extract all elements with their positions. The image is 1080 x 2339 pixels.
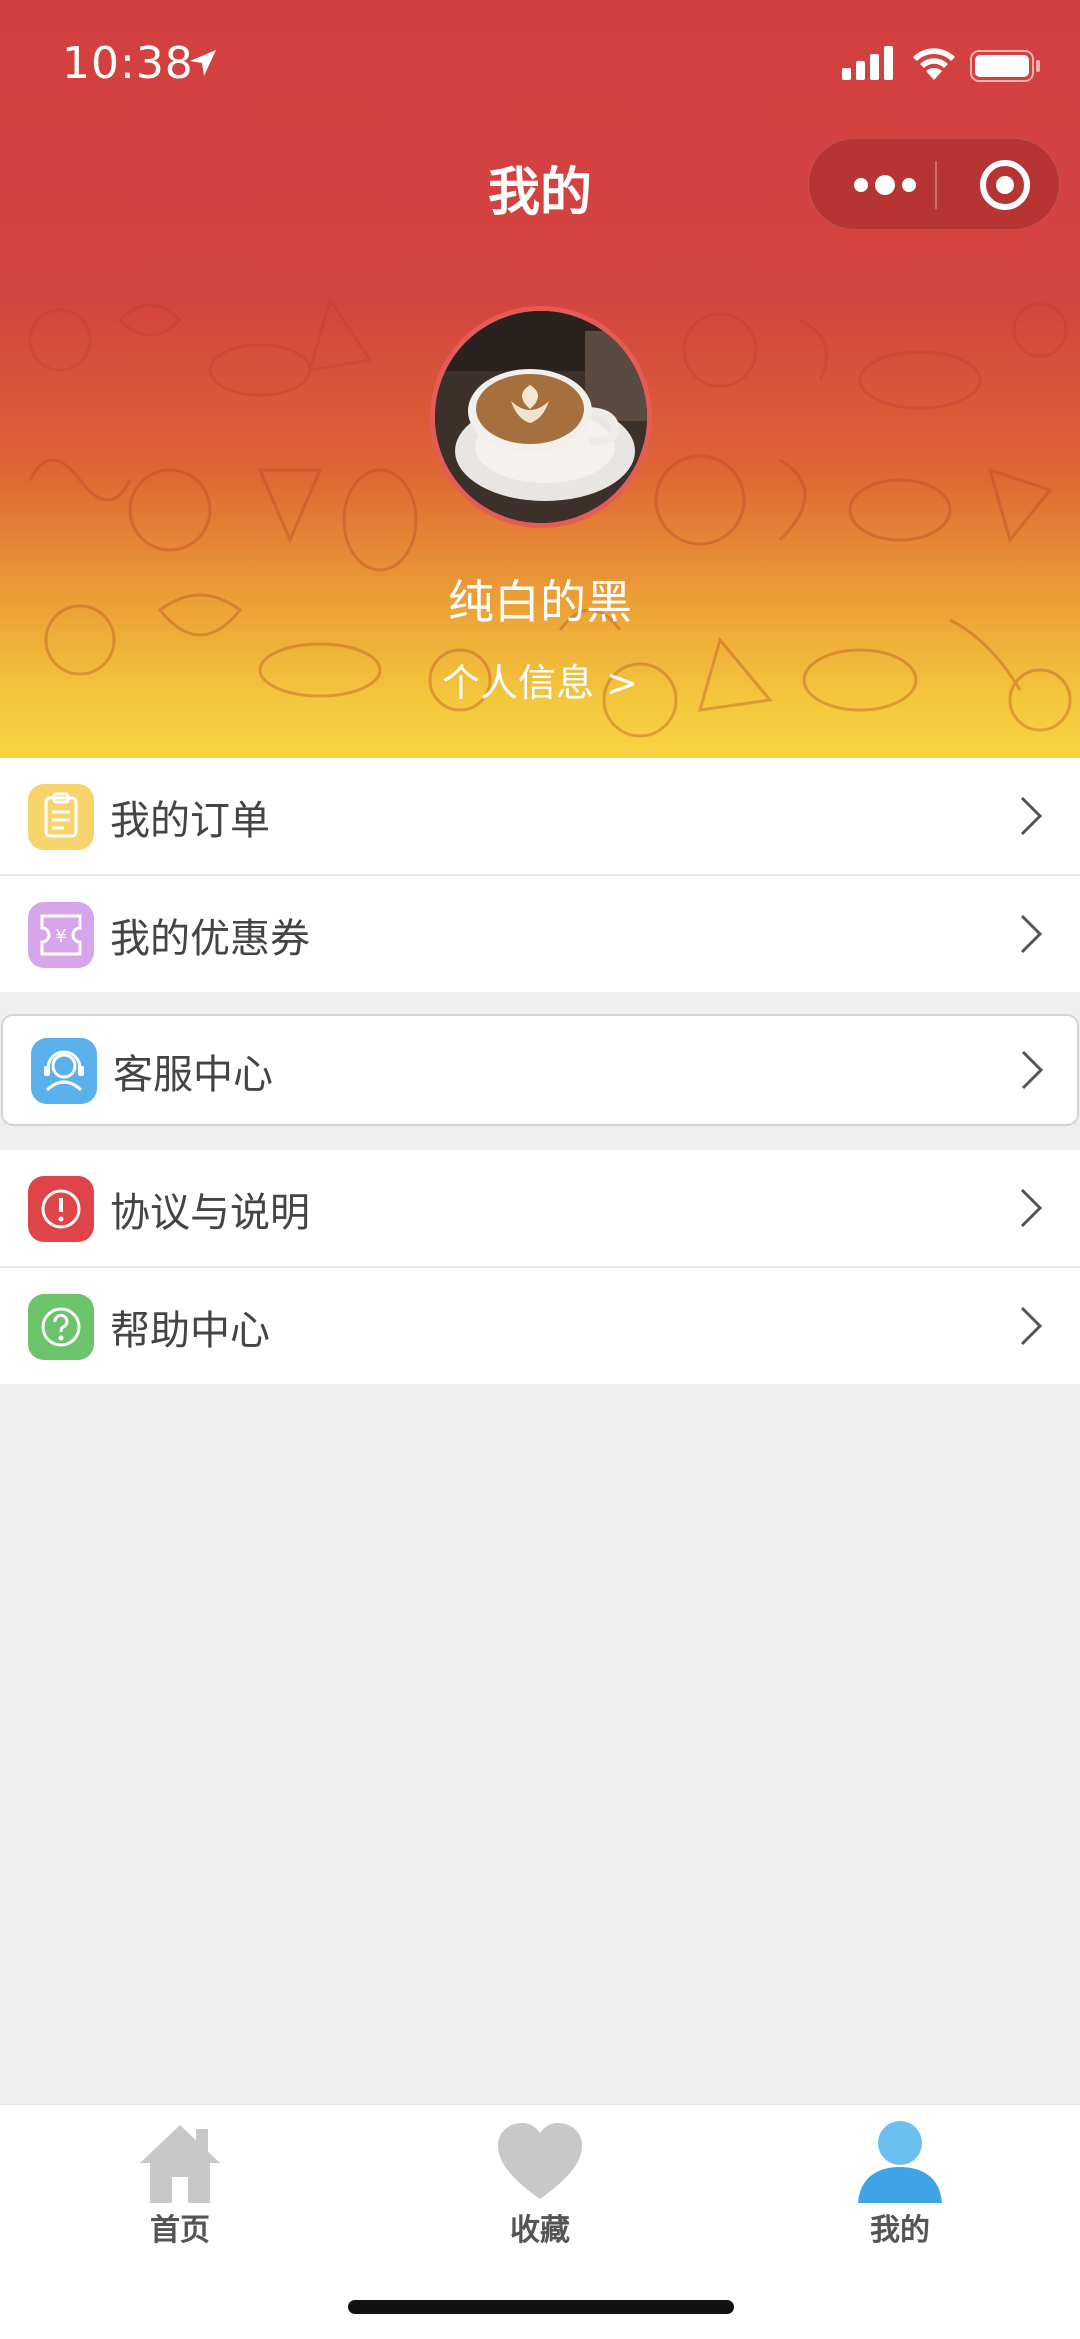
alert-icon: [41, 1189, 81, 1229]
status-bar: 10:38: [0, 0, 1080, 130]
personal-info-link[interactable]: 个人信息 >: [0, 652, 1080, 707]
agreement-icon-box: [28, 1176, 94, 1242]
menu-label-help: 帮助中心: [110, 1308, 270, 1354]
menu-item-customer-service[interactable]: 客服中心: [3, 1016, 1077, 1124]
battery-icon: [970, 50, 1040, 82]
chevron-right-icon: [1020, 796, 1043, 836]
heart-icon: [498, 2123, 582, 2199]
menu-item-coupons[interactable]: ¥ 我的优惠券: [0, 876, 1080, 992]
service-icon-box: [31, 1038, 97, 1104]
cellular-signal-icon: [842, 46, 893, 80]
menu-label-orders: 我的订单: [110, 798, 270, 844]
avatar[interactable]: [430, 306, 652, 528]
mini-program-capsule: [808, 138, 1060, 230]
menu-group-orders: 我的订单 ¥ 我的优惠券: [0, 758, 1080, 992]
chevron-right-icon: [1020, 1306, 1043, 1346]
menu-item-help[interactable]: 帮助中心: [0, 1268, 1080, 1384]
tab-label-mine: 我的: [870, 2213, 930, 2248]
menu-item-agreement[interactable]: 协议与说明: [0, 1150, 1080, 1266]
profile-header: 10:38 我的 纯白的黑 个人信息 >: [0, 0, 1080, 758]
question-icon: [41, 1307, 81, 1347]
orders-icon-box: [28, 784, 94, 850]
tab-label-home: 首页: [150, 2213, 210, 2248]
close-mini-program-icon[interactable]: [949, 139, 1049, 231]
menu-group-info: 协议与说明 帮助中心: [0, 1150, 1080, 1384]
user-icon: [858, 2121, 942, 2203]
help-icon-box: [28, 1294, 94, 1360]
menu-label-coupons: 我的优惠券: [110, 916, 310, 962]
wifi-icon: [913, 48, 955, 80]
username: 纯白的黑: [448, 575, 632, 629]
avatar-latte-image: [435, 311, 647, 523]
coupon-icon: ¥: [40, 914, 82, 956]
chevron-right-icon: [1020, 914, 1043, 954]
tab-mine[interactable]: 我的: [720, 2105, 1080, 2255]
svg-text:¥: ¥: [55, 926, 66, 947]
menu-group-service: 客服中心: [1, 1014, 1079, 1126]
capsule-divider: [935, 161, 937, 209]
tab-label-favorites: 收藏: [510, 2213, 570, 2248]
chevron-right-icon: [1021, 1050, 1044, 1090]
status-time: 10:38: [62, 38, 194, 89]
clipboard-icon: [44, 792, 78, 838]
home-indicator: [348, 2300, 734, 2314]
chevron-right-icon: [1020, 1188, 1043, 1228]
tab-favorites[interactable]: 收藏: [360, 2105, 720, 2255]
home-icon: [140, 2125, 220, 2203]
tab-home[interactable]: 首页: [0, 2105, 360, 2255]
menu-item-orders[interactable]: 我的订单: [0, 758, 1080, 874]
customer-service-icon: [44, 1050, 84, 1092]
coupons-icon-box: ¥: [28, 902, 94, 968]
location-arrow-icon: [190, 50, 216, 76]
more-options-icon[interactable]: [837, 139, 933, 231]
menu-label-agreement: 协议与说明: [110, 1190, 310, 1236]
menu-label-customer-service: 客服中心: [113, 1052, 273, 1098]
